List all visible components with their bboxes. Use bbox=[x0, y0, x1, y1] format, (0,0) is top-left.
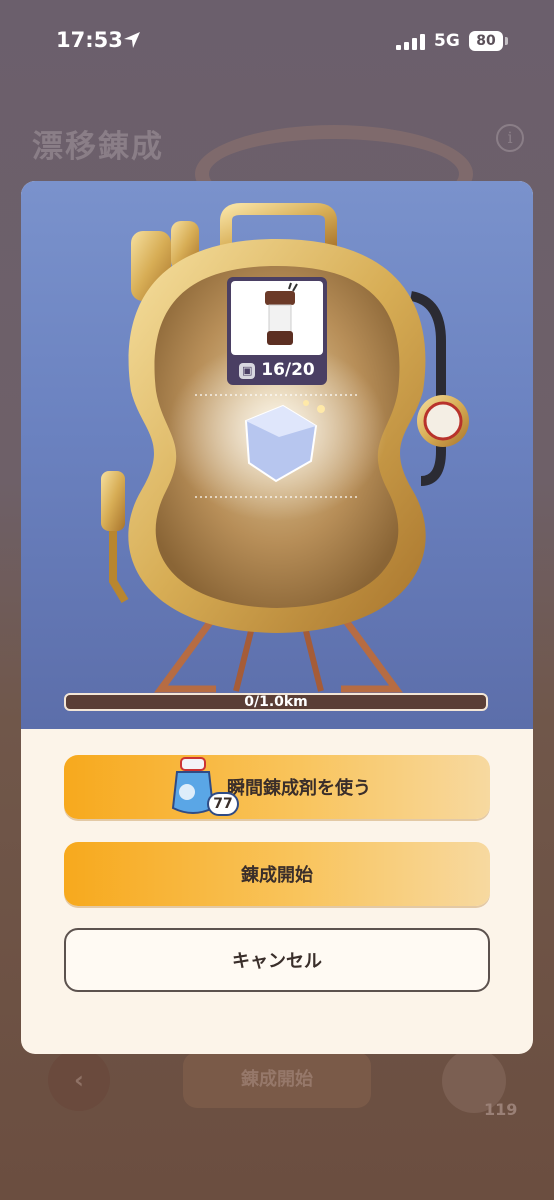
distance-progress-bar: 0/1.0km bbox=[64, 693, 488, 711]
back-button: ‹ bbox=[48, 1049, 110, 1111]
background-fab-count: 119 bbox=[484, 1100, 518, 1119]
glove-icon bbox=[265, 282, 298, 345]
material-image bbox=[231, 281, 323, 355]
background-title: 漂移錬成 bbox=[32, 129, 164, 165]
alchemy-dialog: ▣ 16/20 0/1.0km 瞬間錬成剤を使う 77 錬成開始 キャンセル bbox=[21, 181, 533, 1054]
cancel-button[interactable]: キャンセル bbox=[64, 928, 490, 992]
info-icon: i bbox=[496, 124, 524, 152]
booster-count-badge: 77 bbox=[209, 794, 237, 814]
alchemy-pot-icon bbox=[101, 203, 469, 693]
progress-label: 0/1.0km bbox=[244, 694, 308, 710]
use-booster-label: 瞬間錬成剤を使う bbox=[227, 778, 371, 799]
material-icon: ▣ bbox=[239, 363, 256, 379]
material-count: ▣ 16/20 bbox=[227, 357, 327, 383]
start-alchemy-button[interactable]: 錬成開始 bbox=[64, 842, 490, 906]
required-material-card[interactable]: ▣ 16/20 bbox=[227, 277, 327, 385]
network-type: 5G bbox=[434, 31, 460, 51]
signal-icon bbox=[396, 34, 425, 50]
alchemy-machine-illustration: ▣ 16/20 0/1.0km bbox=[21, 181, 533, 729]
use-instant-booster-button[interactable]: 瞬間錬成剤を使う bbox=[64, 755, 490, 819]
background-start-button: 錬成開始 bbox=[183, 1052, 371, 1108]
battery-icon: 80 bbox=[469, 31, 503, 51]
status-time: 17:53 bbox=[56, 28, 123, 52]
location-arrow-icon bbox=[124, 32, 140, 48]
material-count-text: 16/20 bbox=[261, 360, 315, 380]
battery-cap bbox=[505, 37, 508, 45]
status-bar: 17:53 5G 80 bbox=[0, 0, 554, 80]
